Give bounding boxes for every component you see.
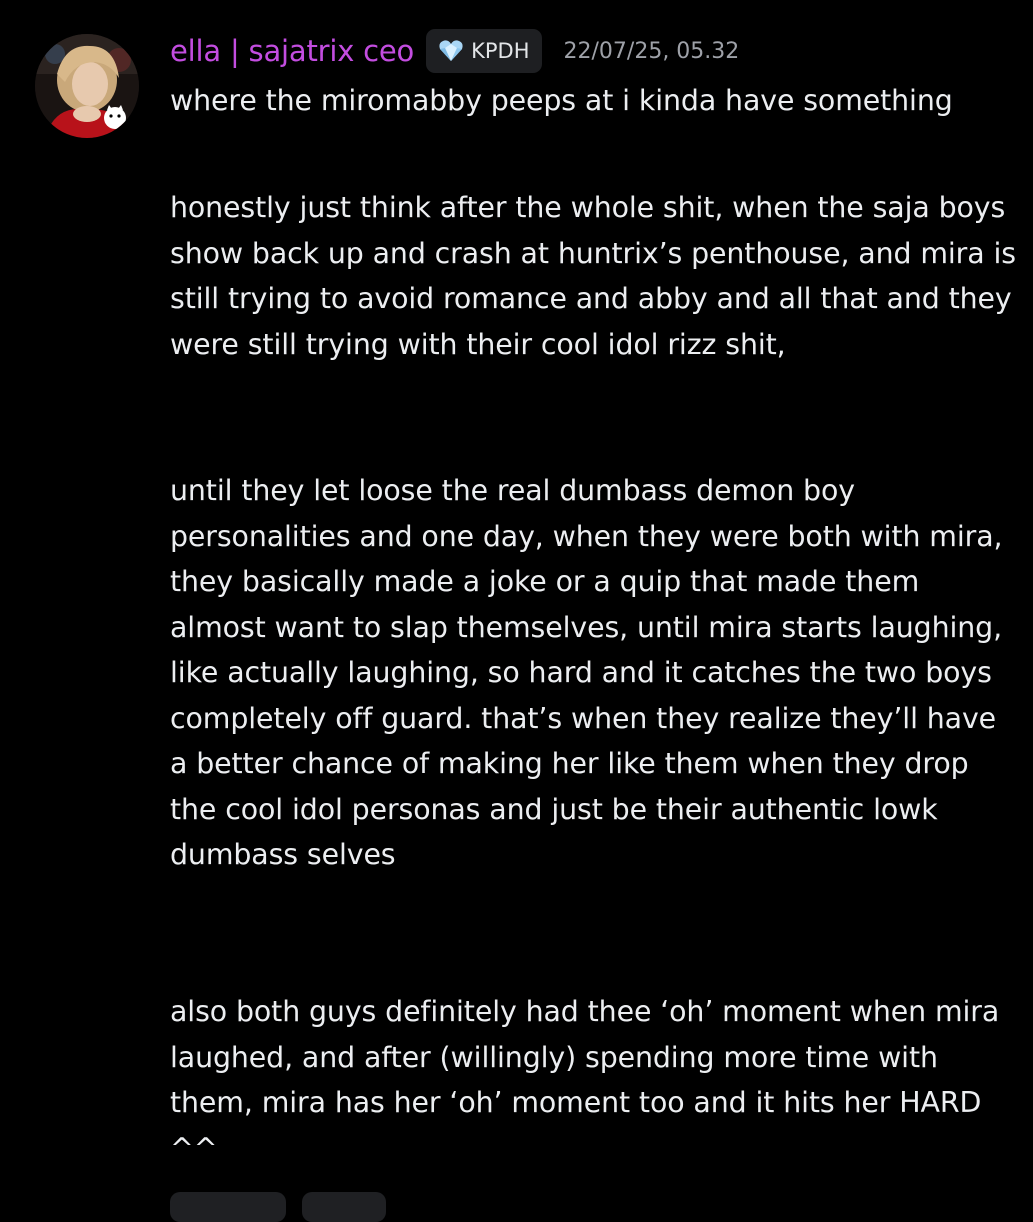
message-paragraph: where the miromabby peeps at i kinda hav…: [170, 84, 953, 117]
guild-tag-label: KPDH: [471, 39, 530, 63]
message-header: ella | sajatrix ceo KPDH 22/07/25, 05.32: [170, 28, 739, 74]
reactions-bar: [170, 1192, 386, 1222]
reaction-button[interactable]: [302, 1192, 386, 1222]
message-paragraph: honestly just think after the whole shit…: [170, 191, 1016, 361]
timestamp[interactable]: 22/07/25, 05.32: [564, 39, 740, 64]
guild-tag-badge[interactable]: KPDH: [426, 29, 542, 73]
message-paragraph: also both guys definitely had thee ‘oh’ …: [170, 995, 1000, 1165]
message-paragraph: until they let loose the real dumbass de…: [170, 474, 1003, 871]
chat-message: ella | sajatrix ceo KPDH 22/07/25, 05.32…: [0, 0, 1033, 1222]
heart-gem-icon: [439, 40, 463, 61]
reaction-button[interactable]: [170, 1192, 286, 1222]
avatar[interactable]: [35, 34, 139, 138]
username[interactable]: ella | sajatrix ceo: [170, 34, 414, 68]
